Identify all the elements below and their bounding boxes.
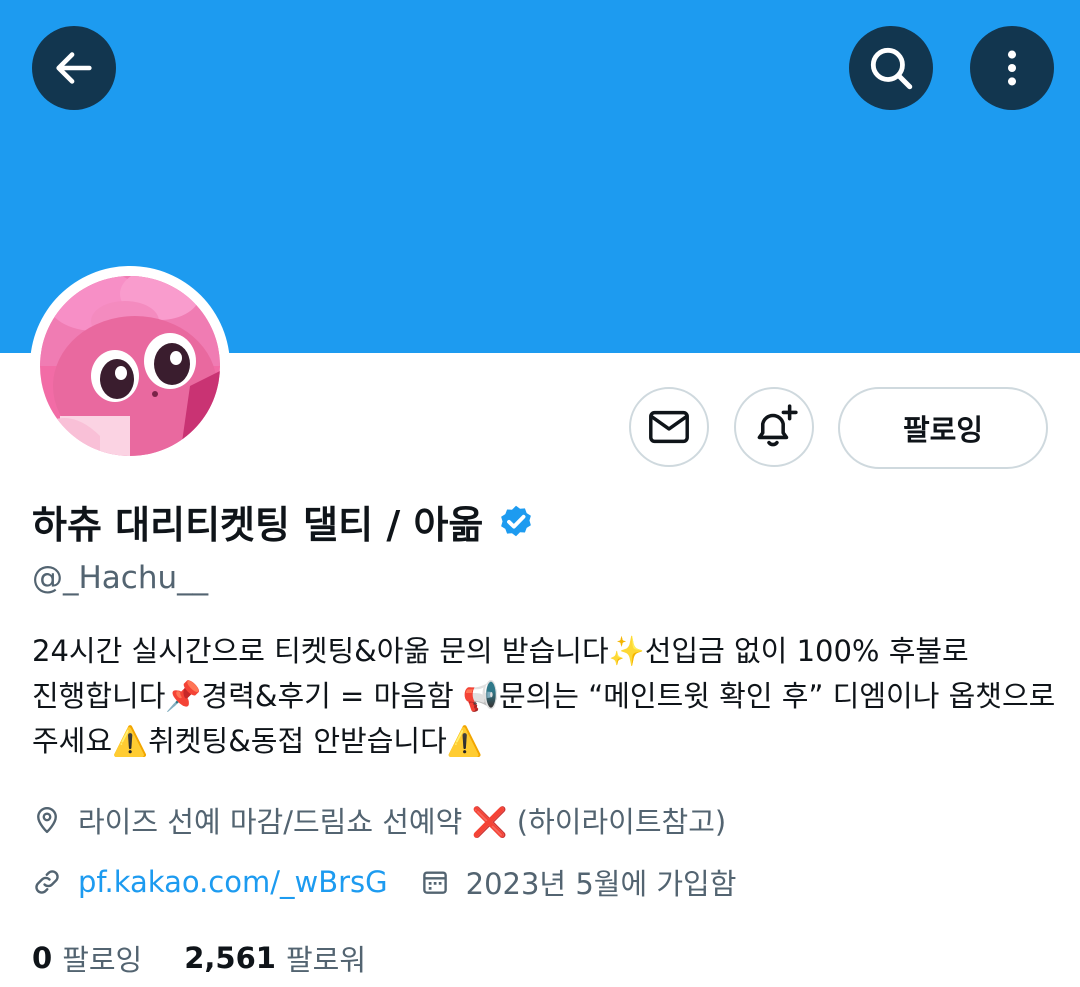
location-pin-icon (37, 806, 57, 834)
back-button[interactable] (32, 26, 116, 110)
more-vertical-icon (1007, 50, 1017, 86)
following-count: 0 (32, 941, 53, 975)
avatar[interactable] (40, 276, 220, 456)
link-icon (35, 870, 59, 894)
arrow-left-icon (56, 52, 92, 84)
display-name: 하츄 대리티켓팅 댈티 / 아옮 (32, 502, 484, 547)
followers-count: 2,561 (184, 941, 276, 975)
profile-link[interactable]: pf.kakao.com/_wBrsG (78, 865, 388, 899)
envelope-icon (649, 410, 689, 444)
bio-line: 24시간 실시간으로 티켓팅&아옮 문의 받습니다✨선입금 없이 100% 후불… (32, 634, 969, 668)
search-button[interactable] (849, 26, 933, 110)
join-date-text: 2023년 5월에 가입함 (465, 867, 737, 901)
followers-label: 팔로워 (285, 943, 367, 977)
more-button[interactable] (970, 26, 1054, 110)
name-row: 하츄 대리티켓팅 댈티 / 아옮 (32, 494, 537, 548)
calendar-icon (422, 871, 447, 894)
notify-button[interactable] (734, 387, 814, 467)
location-text: 라이즈 선예 마감/드림쇼 선예약 ❌ (하이라이트참고) (78, 805, 727, 839)
follow-counts: 0 팔로잉 2,561 팔로워 (32, 937, 366, 979)
bell-plus-icon (757, 404, 798, 447)
pink-character-avatar (40, 276, 220, 456)
following-button[interactable]: 팔로잉 (838, 387, 1048, 469)
profile-page: 팔로잉 하츄 대리티켓팅 댈티 / 아옮 @_Hachu__ 24시간 실시간으… (0, 0, 1080, 987)
bio-line: 주세요⚠️취켓팅&동접 안받습니다⚠️ (32, 724, 483, 758)
following-label: 팔로잉 (62, 943, 143, 977)
join-date: 2023년 5월에 가입함 (420, 861, 737, 903)
location-row: 라이즈 선예 마감/드림쇼 선예약 ❌ (하이라이트참고) (32, 800, 726, 840)
profile-bio: 24시간 실시간으로 티켓팅&아옮 문의 받습니다✨선입금 없이 100% 후불… (32, 629, 1056, 764)
link-row: pf.kakao.com/_wBrsG 2023년 5월에 가입함 (32, 862, 736, 902)
message-button[interactable] (629, 387, 709, 467)
followers-count-link[interactable]: 2,561 팔로워 (184, 937, 366, 979)
verified-badge-icon[interactable] (495, 500, 537, 542)
search-icon (870, 47, 913, 90)
bio-line: 진행합니다📌경력&후기 = 마음함 📢문의는 “메인트윗 확인 후” 디엠이나 … (32, 679, 1056, 713)
profile-handle: @_Hachu__ (32, 560, 209, 596)
following-count-link[interactable]: 0 팔로잉 (32, 937, 142, 979)
